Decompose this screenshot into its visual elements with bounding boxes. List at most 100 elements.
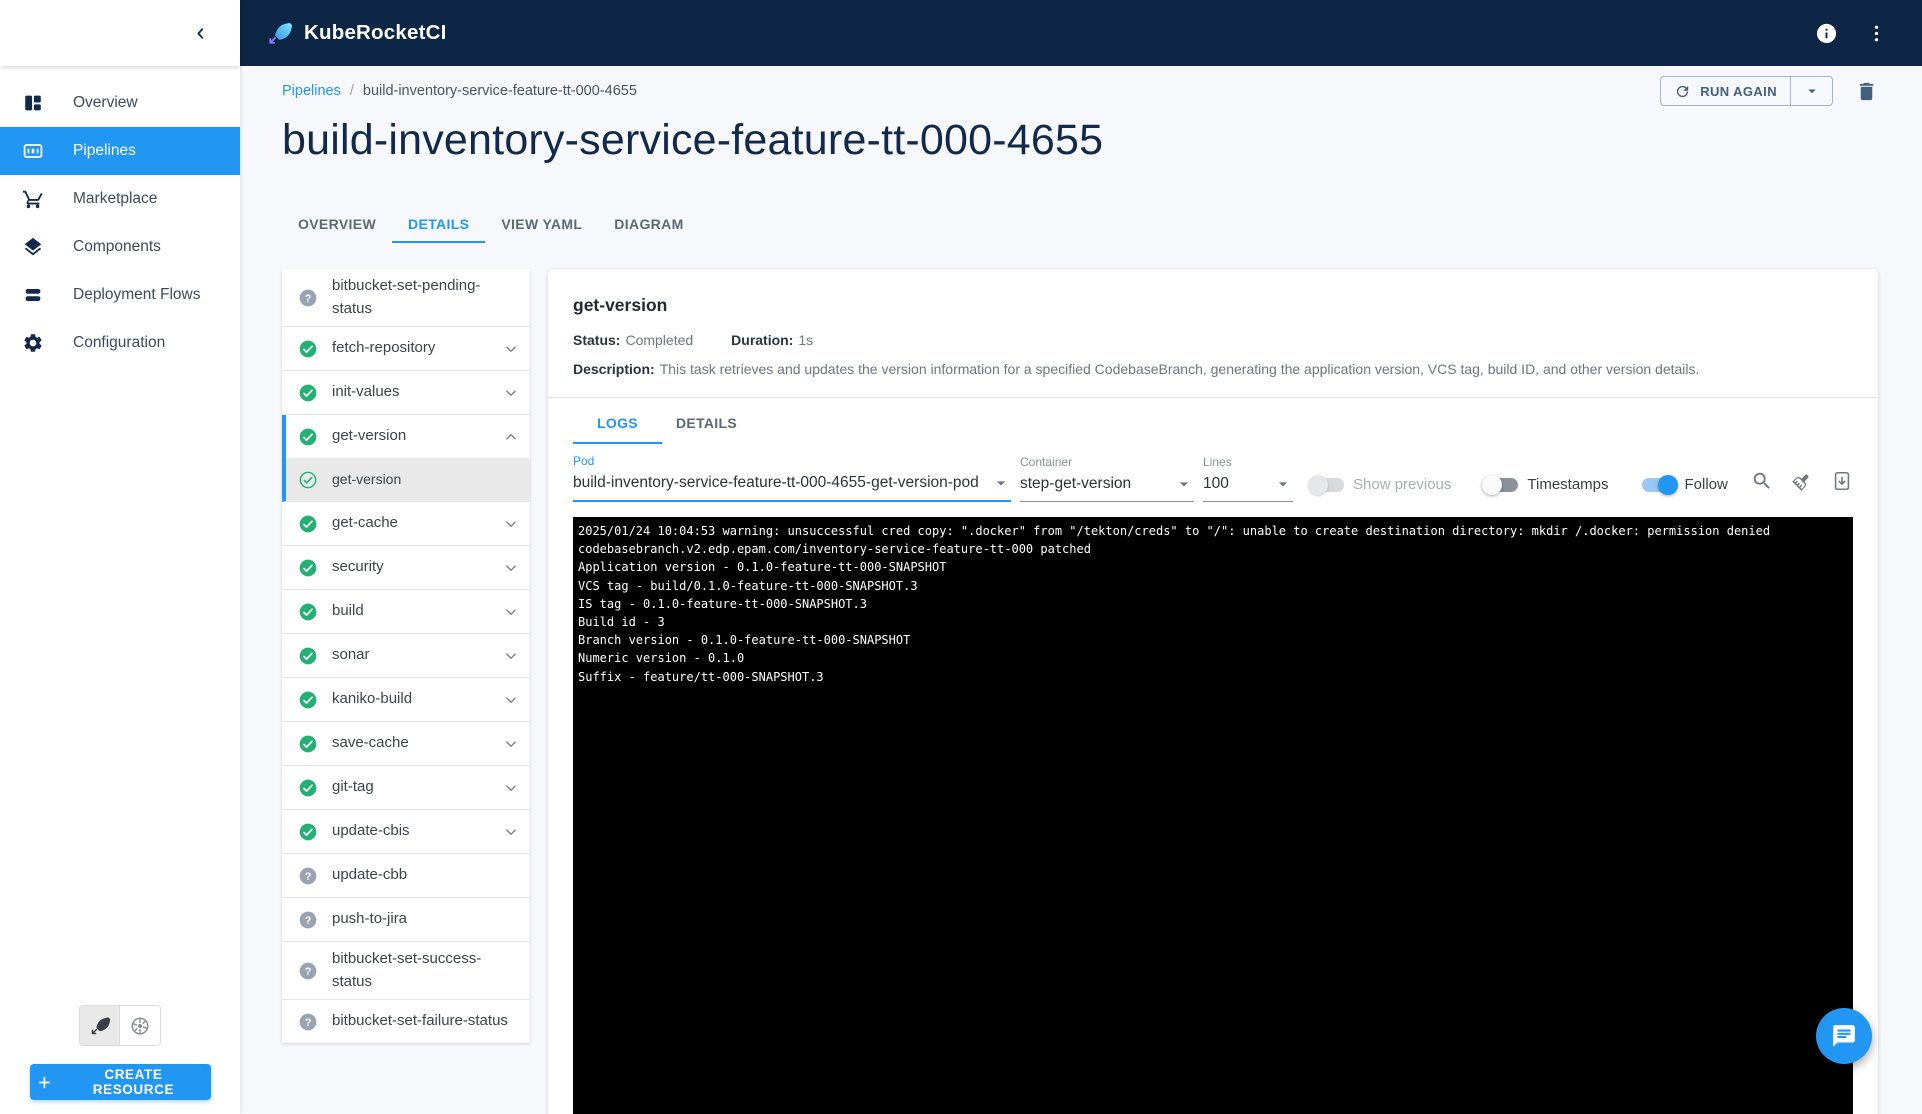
task-label: bitbucket-set-failure-status [332,1004,520,1039]
follow-toggle[interactable]: Follow [1642,476,1728,493]
kubernetes-icon [129,1015,151,1037]
sidebar: OverviewPipelinesMarketplace Components De… [0,0,240,1114]
task-row-push-to-jira[interactable]: ?push-to-jira [282,898,530,941]
task-block-sonar: sonar [282,634,530,678]
task-row-get-version[interactable]: get-version [286,415,530,458]
tab-view-yaml[interactable]: VIEW YAML [485,205,598,243]
log-terminal[interactable]: 2025/01/24 10:04:53 warning: unsuccessfu… [573,517,1853,1114]
container-select[interactable]: step-get-version [1020,474,1194,502]
task-row-fetch-repository[interactable]: fetch-repository [282,327,530,370]
success-icon [298,427,318,447]
sidebar-item-label: Configuration [73,334,165,352]
success-outline-icon [298,470,318,490]
trash-icon [1855,80,1878,103]
deployment-flows-icon [22,284,44,306]
run-again-button[interactable]: RUN AGAIN [1661,77,1790,105]
task-row-git-tag[interactable]: git-tag [282,766,530,809]
chevron-down-icon[interactable] [502,735,520,753]
task-block-save-cache: save-cache [282,722,530,766]
log-line: VCS tag - build/0.1.0-feature-tt-000-SNA… [578,577,1845,595]
sidebar-item-overview[interactable]: Overview [0,79,240,127]
subtab-logs[interactable]: LOGS [573,402,662,444]
status-field: Status:Completed [573,332,693,348]
toggle-knob [1658,475,1678,495]
toggle-knob [1308,475,1328,495]
log-line: Build id - 3 [578,613,1845,631]
app-window: OverviewPipelinesMarketplaceComponentsDe… [0,0,1922,1114]
chevron-down-icon[interactable] [502,779,520,797]
sidebar-item-label: Deployment Flows [73,286,201,304]
log-line: codebasebranch.v2.edp.epam.com/inventory… [578,540,1845,558]
task-label: git-tag [332,770,488,805]
kebab-menu-icon[interactable] [1865,22,1888,45]
task-row-init-values[interactable]: init-values [282,371,530,414]
search-logs-icon[interactable] [1751,470,1773,492]
chevron-down-icon[interactable] [502,603,520,621]
chevron-down-icon[interactable] [502,823,520,841]
view-mode-toggle [79,1005,161,1046]
chat-fab-button[interactable] [1816,1008,1872,1064]
chevron-left-icon [192,25,209,42]
brand-name: KubeRocketCI [304,21,447,45]
create-resource-label: CREATE RESOURCE [62,1067,204,1097]
task-row-sonar[interactable]: sonar [282,634,530,677]
svg-text:?: ? [305,965,312,977]
task-block-push-to-jira: ?push-to-jira [282,898,530,942]
chevron-up-icon[interactable] [502,428,520,446]
lines-select-field: Lines 100 [1203,455,1293,502]
task-row-bitbucket-set-success-status[interactable]: ?bitbucket-set-success-status [282,942,530,999]
rocket-icon [89,1015,111,1037]
task-label: get-version [332,419,488,454]
timestamps-toggle[interactable]: Timestamps [1484,476,1608,493]
sidebar-collapse-button[interactable] [188,21,212,45]
task-row-build[interactable]: build [282,590,530,633]
task-row-security[interactable]: security [282,546,530,589]
chevron-down-icon[interactable] [502,647,520,665]
tab-details[interactable]: DETAILS [392,205,485,243]
download-logs-icon[interactable] [1831,470,1853,492]
toggle-track[interactable] [1642,478,1676,492]
sidebar-item-components[interactable]: Components [0,223,240,271]
create-resource-button[interactable]: CREATE RESOURCE [30,1064,211,1100]
task-row-bitbucket-set-failure-status[interactable]: ?bitbucket-set-failure-status [282,1000,530,1043]
toggle-track[interactable] [1484,478,1518,492]
chevron-down-icon[interactable] [502,384,520,402]
log-controls: Pod build-inventory-service-feature-tt-0… [548,444,1878,502]
task-step-get-version[interactable]: get-version [286,458,530,501]
task-label: get-cache [332,506,488,541]
chevron-down-icon[interactable] [502,691,520,709]
run-again-dropdown-button[interactable] [1790,77,1832,105]
tab-overview[interactable]: OVERVIEW [282,205,392,243]
chevron-down-icon[interactable] [502,515,520,533]
sidebar-item-deployment-flows[interactable]: Deployment Flows [0,271,240,319]
run-again-label: RUN AGAIN [1700,84,1777,99]
task-row-bitbucket-set-pending-status[interactable]: ?bitbucket-set-pending-status [282,269,530,326]
run-again-split-button: RUN AGAIN [1660,76,1833,106]
lines-select[interactable]: 100 [1203,474,1293,502]
chevron-down-icon[interactable] [502,340,520,358]
plus-icon [36,1074,53,1091]
info-icon[interactable] [1815,22,1838,45]
pod-select[interactable]: build-inventory-service-feature-tt-000-4… [573,473,1011,502]
clear-logs-icon[interactable] [1791,470,1813,492]
task-row-save-cache[interactable]: save-cache [282,722,530,765]
sidebar-item-label: Components [73,238,161,256]
task-block-bitbucket-set-pending-status: ?bitbucket-set-pending-status [282,269,530,327]
sidebar-item-configuration[interactable]: Configuration [0,319,240,367]
task-row-update-cbis[interactable]: update-cbis [282,810,530,853]
brand: KubeRocketCI [266,20,447,47]
task-row-update-cbb[interactable]: ?update-cbb [282,854,530,897]
breadcrumb-pipelines-link[interactable]: Pipelines [282,83,341,99]
sidebar-item-marketplace[interactable]: Marketplace [0,175,240,223]
kubernetes-view-button[interactable] [120,1006,160,1045]
rocket-view-button[interactable] [80,1006,120,1045]
task-row-kaniko-build[interactable]: kaniko-build [282,678,530,721]
task-row-get-cache[interactable]: get-cache [282,502,530,545]
delete-pipeline-button[interactable] [1855,80,1878,103]
sidebar-item-pipelines[interactable]: Pipelines [0,127,240,175]
sidebar-header [0,0,240,66]
task-block-fetch-repository: fetch-repository [282,327,530,371]
tab-diagram[interactable]: DIAGRAM [598,205,699,243]
subtab-details[interactable]: DETAILS [662,402,751,444]
chevron-down-icon[interactable] [502,559,520,577]
